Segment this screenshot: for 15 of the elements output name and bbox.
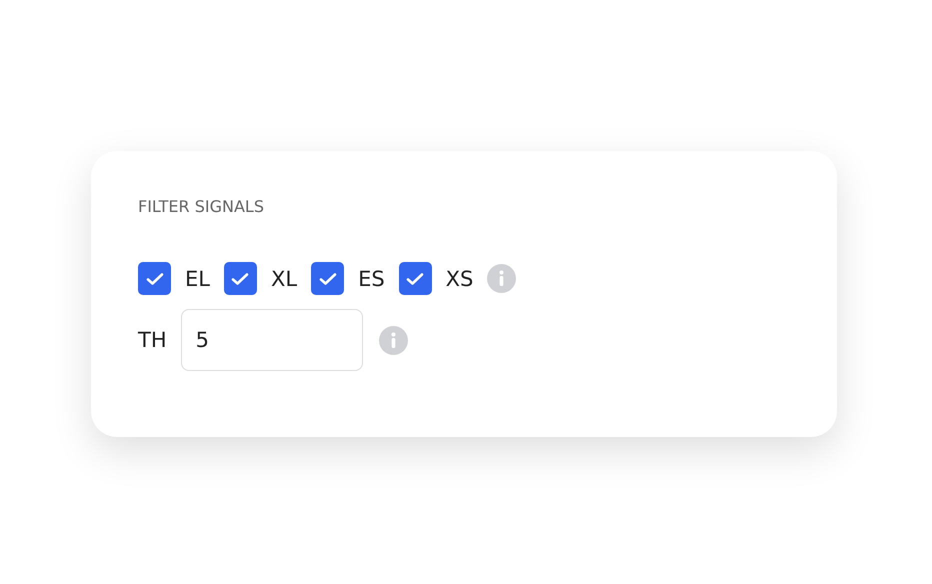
checkbox[interactable] [138,262,171,295]
check-icon [231,272,250,286]
threshold-field[interactable]: 5 [180,309,363,371]
checkbox[interactable] [311,262,344,295]
checkbox-label: XL [270,266,298,290]
checkbox-label: XS [446,266,474,290]
threshold-label: TH [138,328,167,352]
checkbox[interactable] [224,262,257,295]
panel-title: FILTER SIGNALS [138,196,265,218]
checkbox-label: EL [185,266,210,290]
checkbox-label: ES [358,266,385,290]
check-icon [146,272,164,286]
check-icon [406,272,424,286]
checkbox[interactable] [398,262,432,295]
check-icon [318,272,337,286]
